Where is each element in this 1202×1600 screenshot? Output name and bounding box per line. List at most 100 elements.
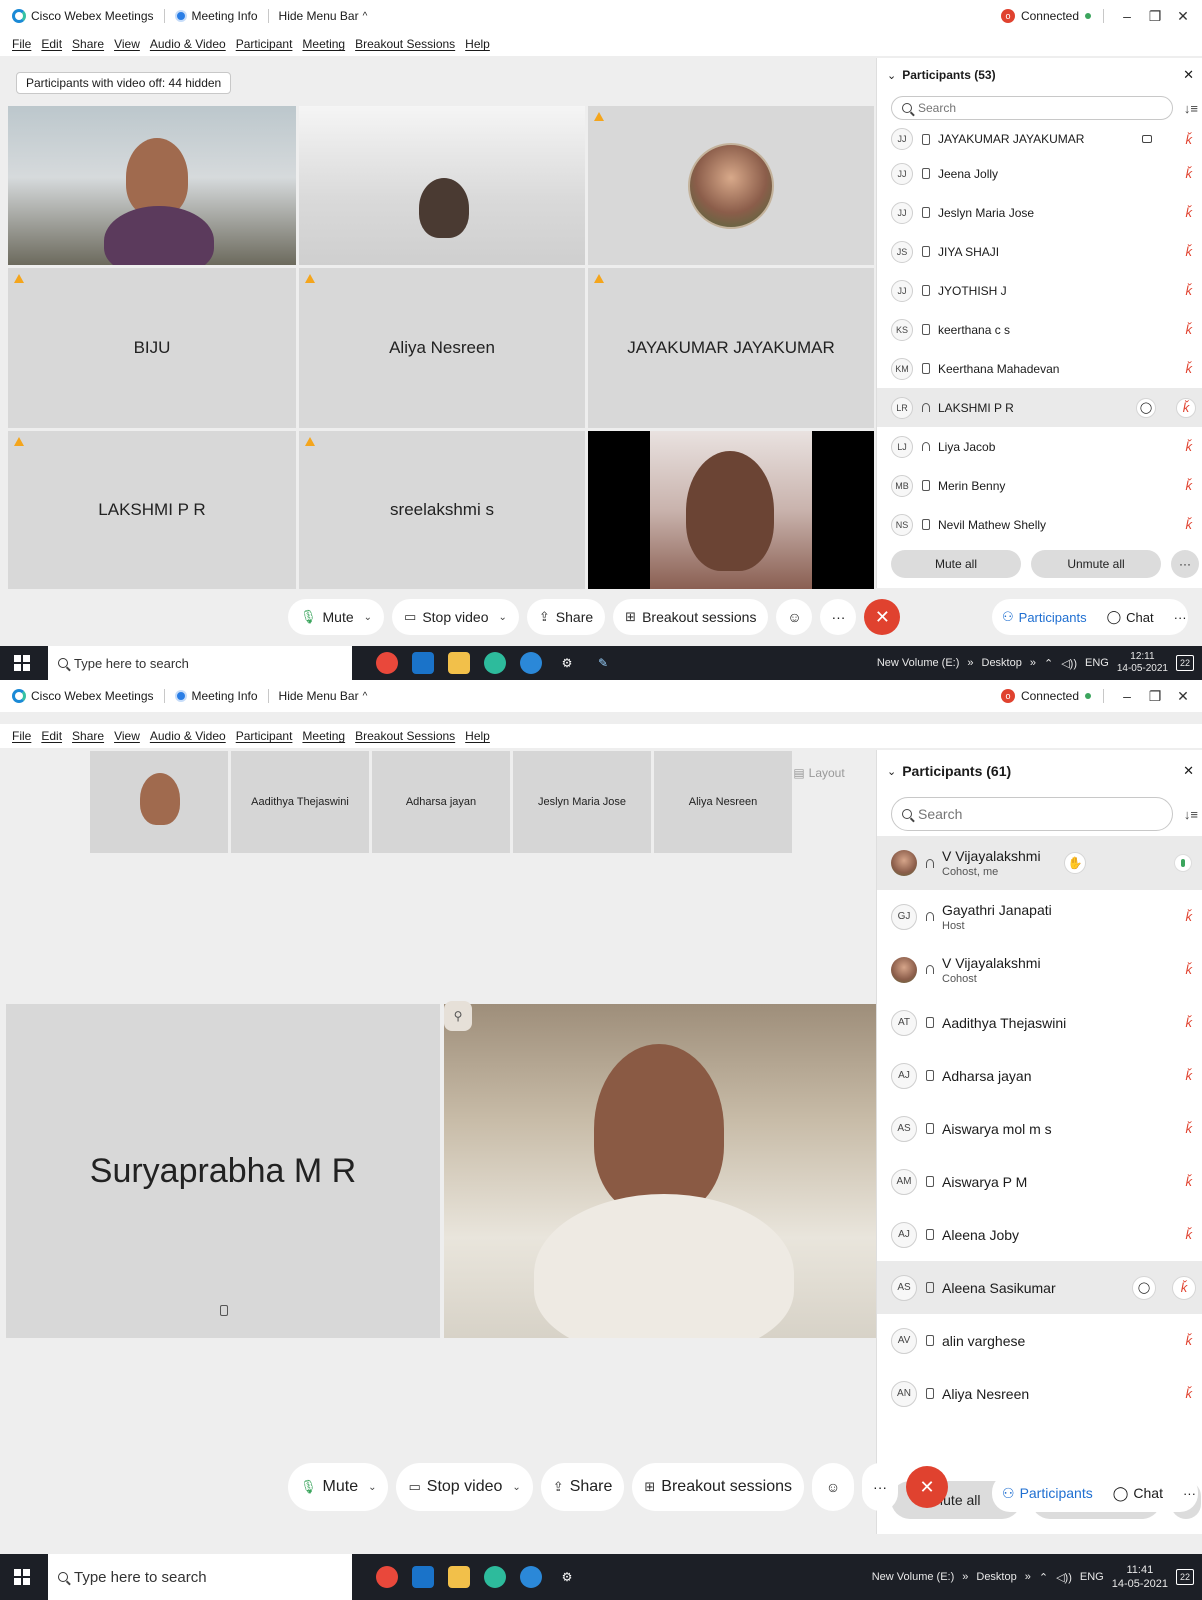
close-panel-icon[interactable]: ✕ <box>1183 763 1194 779</box>
speaker-icon[interactable]: ◁)) <box>1056 1571 1072 1584</box>
participant-row-selected[interactable]: LR LAKSHMI P R ◯ ǩ <box>877 388 1202 427</box>
webex-meetings-icon[interactable] <box>520 652 542 674</box>
menu-audio-video[interactable]: Audio & Video <box>150 729 226 743</box>
menu-help[interactable]: Help <box>465 729 490 743</box>
chevron-right-icon[interactable]: » <box>1025 1571 1031 1583</box>
notifications-icon[interactable]: 22 <box>1176 1569 1194 1585</box>
close-icon[interactable]: ✕ <box>1172 8 1194 25</box>
participant-row[interactable]: JJ Jeena Jolly ǩ <box>877 154 1202 193</box>
muted-mic-icon[interactable]: ǩ <box>1186 283 1193 298</box>
chat-bubble-icon[interactable]: ◯ <box>1132 1275 1156 1300</box>
mute-all-button[interactable]: Mute all <box>891 550 1021 578</box>
outlook-icon[interactable] <box>412 1566 434 1588</box>
name-tile[interactable]: JAYAKUMAR JAYAKUMAR <box>588 268 874 428</box>
filmstrip-self-video[interactable] <box>90 751 228 853</box>
participant-row[interactable]: AM Aiswarya P M ǩ <box>877 1155 1202 1208</box>
muted-mic-icon[interactable]: ǩ <box>1186 166 1193 181</box>
lang-indicator[interactable]: ENG <box>1080 1571 1104 1583</box>
more-panels-button[interactable]: ··· <box>1164 599 1197 635</box>
clock[interactable]: 12:11 14-05-2021 <box>1117 651 1168 675</box>
video-tile[interactable] <box>299 106 585 265</box>
webex-app-icon[interactable] <box>484 1566 506 1588</box>
sort-icon[interactable]: ↓≡ <box>1184 807 1198 822</box>
chat-bubble-icon[interactable]: ◯ <box>1136 397 1156 418</box>
share-button[interactable]: ⇪ Share <box>540 1463 625 1511</box>
raise-hand-icon[interactable]: ✋ <box>1064 852 1086 874</box>
active-speaker-name-tile[interactable]: Suryaprabha M R <box>6 1004 440 1338</box>
chevron-right-icon[interactable]: » <box>967 657 973 669</box>
menu-view[interactable]: View <box>114 729 140 743</box>
meeting-info-button[interactable]: Meeting Info <box>174 689 258 703</box>
windows-start-icon[interactable] <box>14 1569 30 1585</box>
new-volume-toolbar[interactable]: New Volume (E:) <box>872 1571 955 1583</box>
stop-video-button[interactable]: ▭ Stop video ⌄ <box>392 599 519 635</box>
search-input-wrapper[interactable] <box>891 797 1173 831</box>
participants-tab[interactable]: ⚇ Participants <box>992 599 1097 635</box>
muted-mic-icon[interactable]: ǩ <box>1186 361 1193 376</box>
chevron-down-icon[interactable]: ⌄ <box>887 69 896 82</box>
breakout-sessions-button[interactable]: ⊞ Breakout sessions <box>632 1463 805 1511</box>
chevron-right-icon[interactable]: » <box>962 1571 968 1583</box>
menu-edit[interactable]: Edit <box>41 729 62 743</box>
hide-menu-bar-button[interactable]: Hide Menu Bar ^ <box>279 689 368 703</box>
menu-participant[interactable]: Participant <box>236 37 293 51</box>
participant-row[interactable]: AV alin varghese ǩ <box>877 1314 1202 1367</box>
restore-icon[interactable]: ❐ <box>1144 688 1166 705</box>
muted-mic-icon[interactable]: ǩ <box>1186 244 1193 259</box>
muted-mic-icon[interactable]: ǩ <box>1186 1227 1193 1242</box>
muted-mic-icon[interactable]: ǩ <box>1186 1174 1193 1189</box>
name-tile[interactable]: BIJU <box>8 268 296 428</box>
muted-mic-icon[interactable]: ǩ <box>1186 517 1193 532</box>
settings-gear-icon[interactable]: ⚙ <box>556 652 578 674</box>
more-options-icon[interactable]: ··· <box>1171 550 1199 578</box>
webex-meetings-icon[interactable] <box>520 1566 542 1588</box>
muted-mic-icon[interactable]: ǩ <box>1186 322 1193 337</box>
outlook-icon[interactable] <box>412 652 434 674</box>
muted-mic-icon[interactable]: ǩ <box>1186 962 1193 977</box>
participant-row[interactable]: MB Merin Benny ǩ <box>877 466 1202 505</box>
windows-start-icon[interactable] <box>14 655 30 671</box>
participant-row[interactable]: AJ Aleena Joby ǩ <box>877 1208 1202 1261</box>
close-icon[interactable]: ✕ <box>1172 688 1194 705</box>
menu-breakout-sessions[interactable]: Breakout Sessions <box>355 37 455 51</box>
stop-video-button[interactable]: ▭ Stop video ⌄ <box>396 1463 533 1511</box>
participant-row[interactable]: GJ Gayathri Janapati Host ǩ <box>877 890 1202 943</box>
hidden-participants-note[interactable]: Participants with video off: 44 hidden <box>16 72 232 94</box>
chevron-down-icon[interactable]: ⌄ <box>499 612 507 623</box>
participant-row[interactable]: V Vijayalakshmi Cohost ǩ <box>877 943 1202 996</box>
more-panels-button[interactable]: ··· <box>1173 1475 1202 1511</box>
desktop-toolbar[interactable]: Desktop <box>976 1571 1016 1583</box>
menu-help[interactable]: Help <box>465 37 490 51</box>
speaker-icon[interactable]: ◁)) <box>1061 657 1077 670</box>
menu-view[interactable]: View <box>114 37 140 51</box>
menu-meeting[interactable]: Meeting <box>302 729 345 743</box>
close-panel-icon[interactable]: ✕ <box>1183 67 1194 83</box>
filmstrip-tile[interactable]: Jeslyn Maria Jose <box>513 751 651 853</box>
clock[interactable]: 11:41 14-05-2021 <box>1112 1563 1168 1591</box>
hide-menu-bar-button[interactable]: Hide Menu Bar ^ <box>279 9 368 23</box>
filmstrip-tile[interactable]: Aliya Nesreen <box>654 751 792 853</box>
mute-button[interactable]: 🎙 Mute ⌄ <box>288 599 385 635</box>
name-tile[interactable]: sreelakshmi s <box>299 431 585 589</box>
chevron-right-icon[interactable]: » <box>1030 657 1036 669</box>
webex-app-icon[interactable] <box>484 652 506 674</box>
tray-up-icon[interactable]: ⌃ <box>1039 1571 1048 1584</box>
minimize-icon[interactable]: – <box>1116 688 1138 704</box>
share-button[interactable]: ⇪ Share <box>526 599 606 635</box>
muted-mic-icon[interactable]: ǩ <box>1186 478 1193 493</box>
filmstrip-tile[interactable]: Adharsa jayan <box>372 751 510 853</box>
taskbar-search[interactable]: Type here to search <box>48 646 352 680</box>
participant-row[interactable]: LJ Liya Jacob ǩ <box>877 427 1202 466</box>
file-explorer-icon[interactable] <box>448 652 470 674</box>
layout-button[interactable]: ▤ Layout <box>788 759 850 787</box>
menu-meeting[interactable]: Meeting <box>302 37 345 51</box>
avatar-tile[interactable] <box>588 106 874 265</box>
participant-row[interactable]: NS Nevil Mathew Shelly ǩ <box>877 505 1202 544</box>
participants-tab[interactable]: ⚇ Participants <box>992 1475 1103 1511</box>
more-button[interactable]: ··· <box>862 1463 899 1511</box>
muted-mic-icon[interactable]: ǩ <box>1172 1275 1196 1300</box>
taskbar-search[interactable]: Type here to search <box>48 1554 352 1600</box>
menu-share[interactable]: Share <box>72 37 104 51</box>
chat-tab[interactable]: ◯ Chat <box>1097 599 1164 635</box>
menu-file[interactable]: File <box>12 729 31 743</box>
